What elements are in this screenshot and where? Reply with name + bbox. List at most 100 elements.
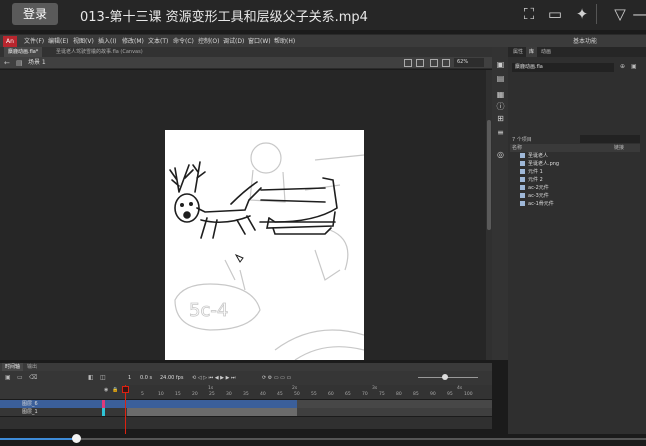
ruler-frame-number: 5 <box>141 392 144 397</box>
stage-scrollbar-thumb[interactable] <box>487 120 491 230</box>
video-progress-fill <box>0 438 78 440</box>
ruler-frame-number: 100 <box>464 392 473 397</box>
grid-icon[interactable]: ⊞ <box>496 114 505 123</box>
ruler-second: 1s <box>208 386 214 391</box>
login-button[interactable]: 登录 <box>12 3 58 25</box>
ruler-frame-numbers: 5 10 15 20 25 30 35 40 45 50 55 60 65 70 75 80 85 90 95 100 <box>127 392 492 399</box>
tab-document-2[interactable]: 圣诞老人驾驶雪橇的故事.fla (Canvas) <box>52 47 147 57</box>
tab-timeline[interactable]: 时间轴 <box>2 363 24 371</box>
layer-row[interactable]: 图层_1 <box>0 408 127 416</box>
align-icon[interactable]: ≡ <box>496 128 505 137</box>
stage-canvas[interactable]: 5c-4 <box>165 130 365 361</box>
frame-rate[interactable]: 24.00 fps <box>160 374 183 382</box>
scene-label[interactable]: 场景 1 <box>28 58 46 68</box>
menu-window[interactable]: 窗口(W) <box>248 36 271 47</box>
menu-file[interactable]: 文件(F) <box>24 36 44 47</box>
current-time: 0.0 s <box>140 375 153 381</box>
library-icon[interactable]: ▤ <box>496 74 505 83</box>
properties-icon[interactable]: ▣ <box>496 60 505 69</box>
current-frame[interactable]: 1 <box>128 374 131 382</box>
frame-row[interactable] <box>127 408 492 416</box>
library-item-count: 7 个项目 <box>512 137 532 143</box>
screenshot-icon[interactable]: ⛶ <box>519 4 539 24</box>
library-item[interactable]: ac-1骨元件 <box>520 201 554 208</box>
ruler-frame-number: 65 <box>345 392 351 397</box>
new-folder-icon[interactable]: ▭ <box>17 374 23 381</box>
menu-modify[interactable]: 修改(M) <box>122 36 144 47</box>
onion-skin-icon[interactable]: ◫ <box>100 374 106 381</box>
pin-library-icon[interactable]: ⊕ <box>620 63 625 70</box>
tab-document-1[interactable]: 麋鹿动画.fla* <box>4 47 43 57</box>
zoom-slider-knob[interactable] <box>442 374 448 380</box>
playhead-handle[interactable] <box>122 386 129 393</box>
center-frame-icon[interactable]: ◧ <box>88 374 94 381</box>
color-icon[interactable]: ▦ <box>496 90 505 99</box>
menu-help[interactable]: 帮助(H) <box>274 36 295 47</box>
library-item[interactable]: 元件 2 <box>520 177 543 184</box>
library-item[interactable]: ac-2元件 <box>520 185 549 192</box>
edit-symbols-icon[interactable] <box>404 59 412 67</box>
ruler-frame-number: 25 <box>209 392 215 397</box>
playback-controls[interactable]: ⟲ ◁ ▷ ⏮ ◀ ▶ ▶ ⏭ <box>192 374 236 382</box>
layer-name: 图层_1 <box>22 409 38 415</box>
zoom-slider-track[interactable] <box>418 377 478 378</box>
components-icon[interactable]: ◎ <box>496 150 505 159</box>
filter-icon[interactable]: ▽ <box>610 4 630 24</box>
timeline-footer <box>0 417 492 429</box>
column-linkage[interactable]: 链接 <box>614 144 624 152</box>
library-item[interactable]: 元件 1 <box>520 169 543 176</box>
menu-debug[interactable]: 调试(D) <box>223 36 244 47</box>
document-tabs: 麋鹿动画.fla* 圣诞老人驾驶雪橇的故事.fla (Canvas) <box>0 47 492 57</box>
tab-properties[interactable]: 属性 <box>510 47 526 57</box>
ruler-frame-number: 55 <box>311 392 317 397</box>
menu-control[interactable]: 控制(O) <box>198 36 219 47</box>
video-progress-knob[interactable] <box>72 434 81 443</box>
tab-library[interactable]: 库 <box>526 47 538 57</box>
panel-tabs: 属性 库 动画 <box>508 47 646 57</box>
workspace-switcher[interactable]: 基本功能 <box>573 36 597 47</box>
eye-icon[interactable]: ◉ <box>104 387 108 393</box>
layer-color-marker <box>102 408 105 416</box>
loop-icon[interactable]: ⟳ ⚙ ▭ ▭ ▭ <box>262 374 291 382</box>
timeline-ruler[interactable]: 1s 2s 3s 4s 5 10 15 20 25 30 35 40 45 50 55 60 65 70 7… <box>127 385 492 399</box>
tab-output[interactable]: 输出 <box>24 363 40 371</box>
empty-frames <box>297 400 492 408</box>
library-item[interactable]: 圣诞老人.png <box>520 161 559 168</box>
layer-row[interactable]: 图层_6 <box>0 400 127 408</box>
frame-row[interactable] <box>127 400 492 408</box>
tab-motion[interactable]: 动画 <box>538 47 554 57</box>
ruler-frame-number: 40 <box>260 392 266 397</box>
ruler-second: 2s <box>292 386 298 391</box>
ruler-frame-number: 80 <box>396 392 402 397</box>
lock-icon[interactable]: 🔒 <box>112 387 118 393</box>
menu-view[interactable]: 视图(V) <box>73 36 94 47</box>
toolbar-separator <box>596 4 597 24</box>
menu-text[interactable]: 文本(T) <box>148 36 168 47</box>
ruler-frame-number: 50 <box>294 392 300 397</box>
new-layer-icon[interactable]: ▣ <box>5 374 11 381</box>
new-library-icon[interactable]: ▣ <box>631 63 637 70</box>
ruler-frame-number: 20 <box>192 392 198 397</box>
pin-icon[interactable]: ✦ <box>572 4 592 24</box>
timeline-controls: ▣ ▭ ⌫ ◧ ◫ 1 0.0 s 24.00 fps ⟲ ◁ ▷ ⏮ ◀ ▶ … <box>0 371 492 385</box>
menu-insert[interactable]: 插入(I) <box>98 36 116 47</box>
menu-edit[interactable]: 编辑(E) <box>48 36 68 47</box>
delete-layer-icon[interactable]: ⌫ <box>29 374 37 381</box>
library-search-input[interactable]: ⌕ <box>580 135 640 152</box>
video-progress-track[interactable] <box>0 438 646 440</box>
folder-icon[interactable]: ▭ <box>545 4 565 24</box>
zoom-select[interactable]: 62% <box>454 58 484 67</box>
menu-commands[interactable]: 命令(C) <box>173 36 194 47</box>
info-icon[interactable]: ⓘ <box>496 102 505 111</box>
document-select[interactable]: 麋鹿动画.fla <box>512 63 614 72</box>
center-stage-icon[interactable] <box>442 59 450 67</box>
symbol-icon <box>520 153 525 158</box>
ruler-frame-number: 85 <box>413 392 419 397</box>
column-name[interactable]: 名称 <box>510 145 522 151</box>
library-item[interactable]: ac-3元件 <box>520 193 549 200</box>
minimize-icon[interactable]: — <box>630 4 646 24</box>
edit-scene-icon[interactable] <box>416 59 424 67</box>
clip-icon[interactable] <box>430 59 438 67</box>
back-arrow-icon[interactable]: ← <box>4 58 10 68</box>
library-item[interactable]: 圣诞老人 <box>520 153 548 160</box>
